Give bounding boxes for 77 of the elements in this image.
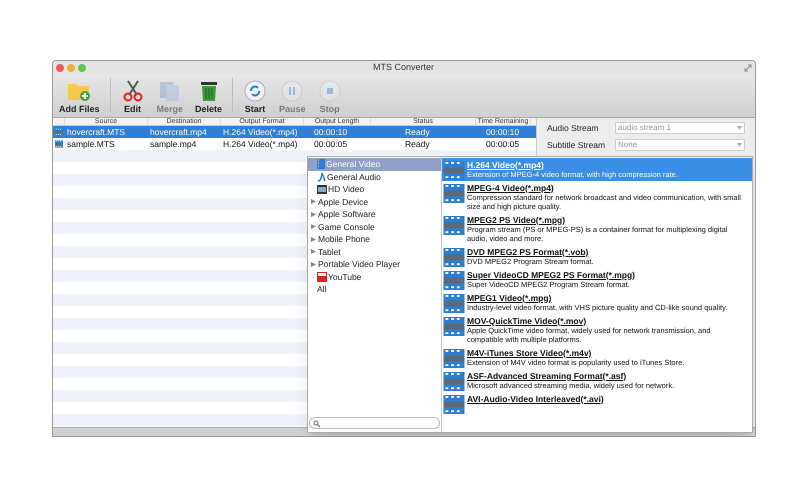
category-item[interactable]: Tablet [308, 246, 441, 258]
table-cell-text: Ready [404, 138, 431, 150]
format-title: MPEG2 PS Video(*.mpg) [467, 214, 566, 224]
stop-circle-icon [318, 80, 341, 102]
toolbar-button[interactable]: Delete [189, 80, 228, 115]
table-row[interactable]: sample.MTS sample.mp4 H.264 Video(*.mp4) 00:00:05 Ready 00:00:05 [53, 138, 536, 150]
scissors-icon [122, 80, 143, 102]
format-title: H.264 Video(*.mp4) [467, 160, 545, 170]
film-icon [443, 270, 465, 290]
category-item[interactable]: Game Console [308, 220, 441, 233]
film-icon [443, 216, 465, 234]
category-item[interactable]: Mobile Phone [308, 233, 441, 246]
zoom-button[interactable] [78, 64, 86, 72]
format-title: MOV-QuickTime Video(*.mov) [467, 316, 588, 326]
film-icon [443, 348, 465, 368]
film-icon [55, 128, 63, 136]
music-note-icon [317, 172, 326, 182]
category-item[interactable]: Apple Device [308, 196, 441, 208]
toolbar-button[interactable]: Edit [114, 80, 151, 115]
table-cell-text: H.264 Video(*.mp4) [222, 138, 298, 150]
film-icon [443, 394, 465, 414]
film-icon [443, 248, 465, 266]
disclosure-triangle-icon [311, 212, 316, 217]
search-field[interactable] [309, 417, 440, 429]
disclosure-triangle-icon [311, 249, 316, 254]
table-cell-text: Ready [404, 126, 431, 138]
format-title: M4V-iTunes Store Video(*.m4v) [467, 348, 592, 358]
toolbar-button[interactable]: Start [237, 80, 274, 115]
table-cell-text: hovercraft.MTS [66, 126, 126, 138]
format-title: DVD MPEG2 PS Format(*.vob) [467, 246, 590, 256]
category-item[interactable]: All [308, 283, 441, 296]
category-item[interactable]: General Audio [308, 170, 441, 183]
category-item[interactable]: Apple Software [308, 208, 441, 220]
format-title: MPEG-4 Video(*.mp4) [467, 182, 555, 192]
pause-circle-icon [281, 80, 304, 102]
film-icon [443, 316, 465, 336]
dropdown-arrow-icon [737, 143, 742, 148]
toolbar-button[interactable]: Add Files [53, 80, 106, 115]
minimize-button[interactable] [67, 64, 75, 72]
format-item[interactable]: AVI-Audio-Video Interleaved(*.avi) [442, 392, 752, 415]
stream-label: Subtitle Stream [547, 138, 606, 152]
table-cell-text: 00:00:05 [485, 138, 520, 150]
table-cell-text: 00:00:10 [313, 126, 348, 138]
video-logo-icon [317, 272, 327, 282]
stream-label: Audio Stream [547, 122, 600, 135]
table-cell-text: H.264 Video(*.mp4) [222, 126, 298, 138]
table-cell-text: sample.MTS [66, 138, 116, 150]
table-cell-text: 00:00:05 [313, 138, 348, 150]
dropdown-arrow-icon [737, 126, 742, 130]
film-strips-icon [158, 80, 181, 102]
category-item[interactable]: YouTube [308, 270, 441, 283]
format-title: ASF-Advanced Streaming Format(*.asf) [467, 370, 628, 380]
disclosure-triangle-icon [311, 236, 316, 242]
film-icon [317, 159, 325, 170]
film-icon [443, 294, 465, 312]
format-title: AVI-Audio-Video Interleaved(*.avi) [467, 394, 605, 404]
film-icon [443, 372, 465, 390]
table-row[interactable]: hovercraft.MTS hovercraft.mp4 H.264 Video(*.mp4) 00:00:10 Ready 00:00:10 [53, 126, 536, 138]
table-cell-text: 00:00:10 [485, 126, 520, 138]
search-icon [313, 420, 320, 426]
hd-screen-icon [317, 184, 327, 194]
disclosure-triangle-icon [311, 199, 316, 204]
trash-icon [198, 80, 219, 102]
film-icon [443, 160, 465, 180]
fullscreen-icon[interactable] [744, 64, 752, 72]
category-item[interactable]: Portable Video Player [308, 258, 441, 270]
category-item[interactable]: HD Video [308, 183, 441, 196]
disclosure-triangle-icon [311, 262, 316, 267]
format-title: Super VideoCD MPEG2 PS Format(*.mpg) [467, 270, 636, 280]
film-icon [443, 184, 465, 202]
disclosure-triangle-icon [311, 224, 316, 230]
close-button[interactable] [56, 64, 64, 72]
table-cell-text: hovercraft.mp4 [149, 126, 208, 138]
refresh-circle-icon [244, 80, 266, 102]
window-title: MTS Converter [373, 61, 434, 74]
format-title: MPEG1 Video(*.mpg) [467, 292, 552, 302]
table-cell-text: sample.mp4 [149, 138, 198, 150]
